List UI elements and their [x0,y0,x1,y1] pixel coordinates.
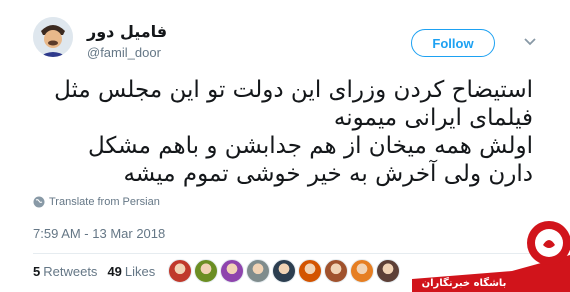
avatar-image [33,17,73,57]
liker-avatar[interactable] [376,259,400,283]
tweet-line: اولش همه میخان از هم جدابشن و باهم مشکل [87,133,533,159]
chevron-down-icon[interactable] [522,33,538,49]
tweet-line: فیلمای ایرانی میمونه [333,105,533,131]
tweet-line: دارن ولی آخرش به خیر خوشی تموم میشه [123,161,533,187]
display-name[interactable]: فامیل دور [87,22,167,41]
retweet-count: 5 [33,264,41,279]
translate-label[interactable]: Translate from Persian [49,196,160,208]
tweet-stats: 5 Retweets 49 Likes [33,264,155,279]
tweet-header: فامیل دور @famil_door Follow [0,0,570,70]
timestamp[interactable]: 7:59 AM - 13 Mar 2018 [33,226,165,241]
translate-link[interactable]: Translate from Persian [33,196,160,208]
tweet-text: استیضاح کردن وزرای این دولت تو این مجلس … [33,76,533,188]
liker-avatar[interactable] [168,259,192,283]
liker-avatar[interactable] [298,259,322,283]
liker-avatar[interactable] [272,259,296,283]
liker-avatar[interactable] [324,259,348,283]
globe-icon [33,196,45,208]
retweets-label: Retweets [43,264,98,279]
like-count: 49 [107,264,122,279]
liker-avatar[interactable] [246,259,270,283]
liker-avatar[interactable] [350,259,374,283]
liker-avatar[interactable] [194,259,218,283]
retweets-stat[interactable]: 5 Retweets [33,264,97,279]
liker-avatar[interactable] [220,259,244,283]
follow-button[interactable]: Follow [411,29,495,57]
liker-avatars [168,259,400,283]
user-handle[interactable]: @famil_door [87,45,161,60]
tweet-line: استیضاح کردن وزرای این دولت تو این مجلس … [54,77,533,103]
likes-label: Likes [124,264,156,279]
watermark-logo: باشگاه خبرنگاران [412,221,570,292]
likes-stat[interactable]: 49 Likes [107,264,155,279]
watermark-text: باشگاه خبرنگاران [422,276,507,289]
avatar[interactable] [33,17,73,57]
